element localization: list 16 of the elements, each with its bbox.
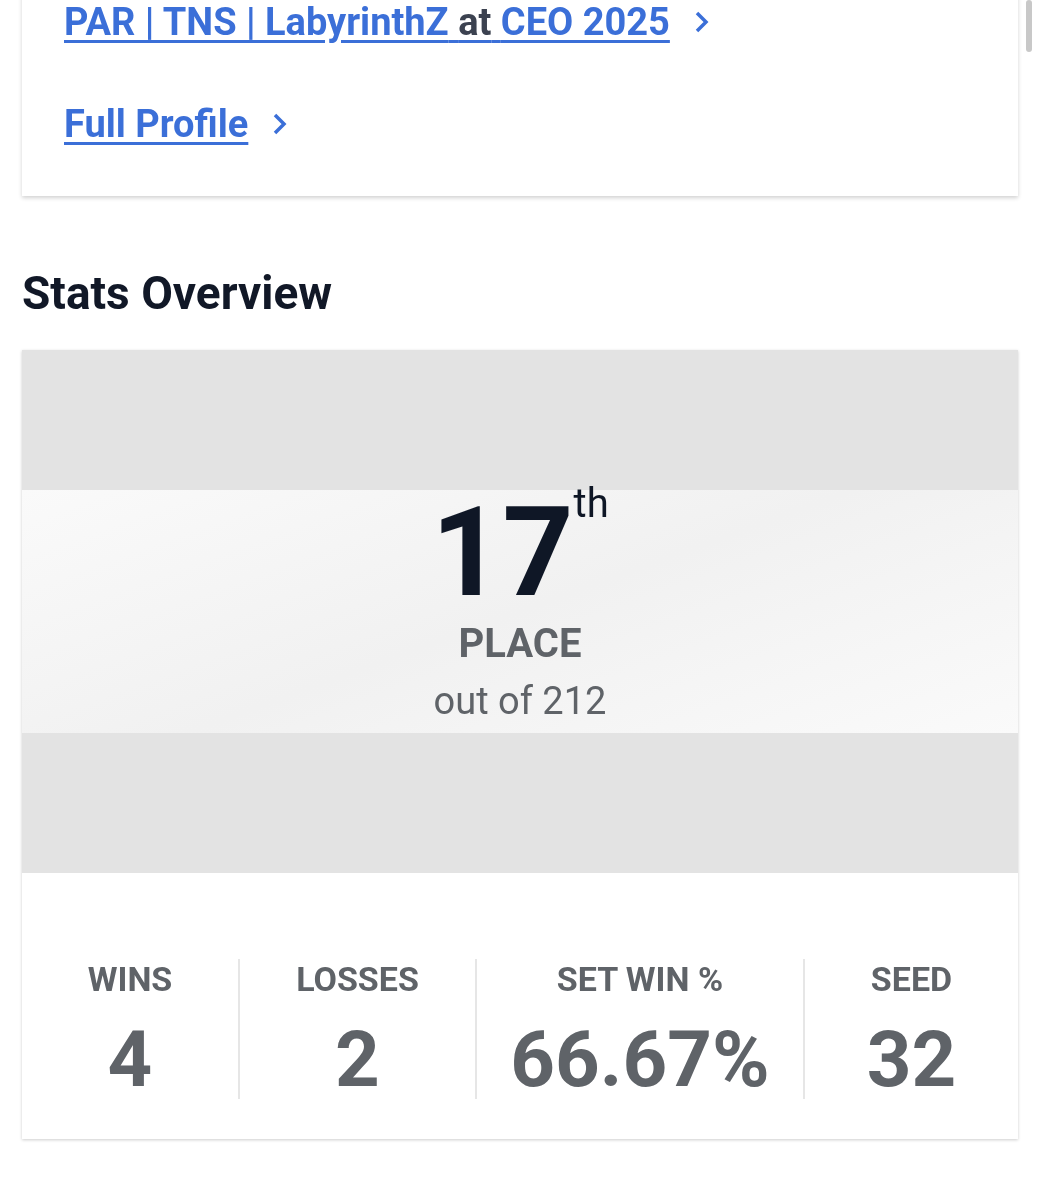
stat-value: 32 xyxy=(866,1021,957,1099)
stat-label: SEED xyxy=(870,959,953,999)
placement-rank: 17 xyxy=(431,488,574,619)
full-profile-link[interactable]: Full Profile xyxy=(64,102,249,146)
stat-label: SET WIN % xyxy=(556,959,724,999)
event-link[interactable]: PAR | TNS | LabyrinthZ at CEO 2025 xyxy=(64,0,670,44)
stat-label: WINS xyxy=(87,959,173,999)
section-title: Stats Overview xyxy=(22,266,334,320)
stat-value: 66.67% xyxy=(510,1021,770,1099)
scrollbar[interactable] xyxy=(1026,0,1032,52)
stat-value: 4 xyxy=(107,1021,153,1099)
rank-suffix: th xyxy=(573,480,609,527)
total-entrants: out of 212 xyxy=(433,679,607,724)
stat-value: 2 xyxy=(335,1021,380,1099)
stat-label: LOSSES xyxy=(296,959,419,999)
place-label: PLACE xyxy=(458,620,582,668)
